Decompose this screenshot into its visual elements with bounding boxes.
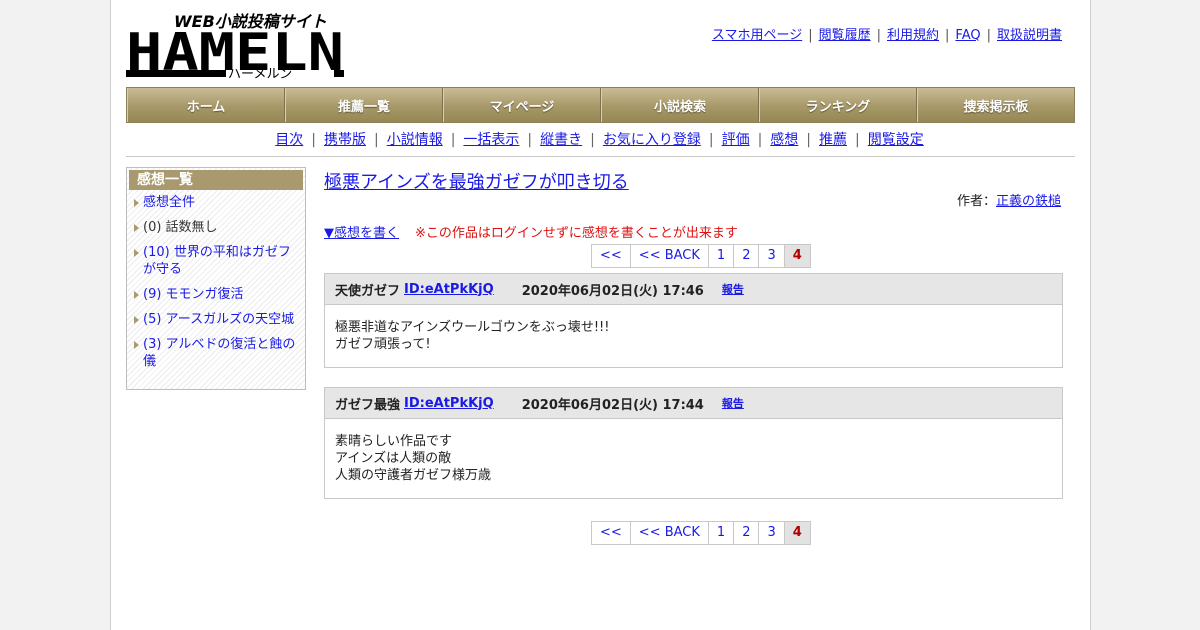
link-smartphone[interactable]: スマホ用ページ — [712, 28, 802, 43]
comment-author: ガゼフ最強 — [335, 397, 401, 413]
comment-header: 天使ガゼフ ID:eAtPkKjQ 2020年06月02日(火) 17:46 報… — [325, 274, 1062, 305]
subnav-novel-info[interactable]: 小説情報 — [387, 132, 443, 148]
comment-user-id[interactable]: ID:eAtPkKjQ — [404, 282, 494, 297]
sidebar-item-label[interactable]: (10) 世界の平和はガゼフが守る — [143, 245, 291, 277]
nav-home[interactable]: ホーム — [127, 88, 285, 122]
author-link[interactable]: 正義の鉄槌 — [996, 194, 1061, 209]
sub-nav: 目次 | 携帯版 | 小説情報 | 一括表示 | 縦書き | お気に入り登録 | 評価 | 感想 | 推薦 | 閲覧… — [275, 132, 924, 148]
pager-back[interactable]: << BACK — [631, 522, 709, 544]
subnav-vertical[interactable]: 縦書き — [540, 132, 582, 148]
subnav-favorite[interactable]: お気に入り登録 — [603, 132, 701, 148]
comment-card: ガゼフ最強 ID:eAtPkKjQ 2020年06月02日(火) 17:44 報… — [324, 387, 1063, 499]
link-faq[interactable]: FAQ — [955, 28, 980, 43]
comment-line: 人類の守護者ガゼフ様万歳 — [335, 468, 492, 483]
pager-bottom: << << BACK 1 2 3 4 — [591, 521, 811, 545]
pager-first[interactable]: << — [592, 245, 631, 267]
comment-header: ガゼフ最強 ID:eAtPkKjQ 2020年06月02日(火) 17:44 報… — [325, 388, 1062, 419]
sidebar-item-label[interactable]: (3) アルベドの復活と蝕の儀 — [143, 337, 295, 369]
triangle-bullet-icon — [134, 199, 139, 207]
comment-user-id[interactable]: ID:eAtPkKjQ — [404, 396, 494, 411]
login-note: ※この作品はログインせずに感想を書くことが出来ます — [415, 226, 738, 241]
pager-top: << << BACK 1 2 3 4 — [591, 244, 811, 268]
sidebar-item-label: (0) 話数無し — [143, 220, 218, 235]
link-terms[interactable]: 利用規約 — [887, 28, 939, 43]
subnav-toc[interactable]: 目次 — [275, 132, 303, 148]
subnav-view-settings[interactable]: 閲覧設定 — [868, 132, 924, 148]
subnav-mobile[interactable]: 携帯版 — [324, 132, 366, 148]
comment-line: 素晴らしい作品です — [335, 434, 453, 449]
comment-body: 素晴らしい作品です アインズは人類の敵 人類の守護者ガゼフ様万歳 — [325, 419, 1062, 498]
sidebar-item-chapter-1[interactable]: (10) 世界の平和はガゼフが守る — [133, 244, 301, 278]
comment-line: ガゼフ頑張って! — [335, 337, 431, 352]
sidebar-item-no-chapter: (0) 話数無し — [133, 219, 301, 236]
pager-page-2[interactable]: 2 — [734, 245, 760, 267]
nav-mypage[interactable]: マイページ — [443, 88, 601, 122]
link-history[interactable]: 閲覧履歴 — [819, 28, 871, 43]
logo-kana: ハーメルン — [228, 67, 292, 80]
link-manual[interactable]: 取扱説明書 — [997, 28, 1062, 43]
triangle-bullet-icon — [134, 224, 139, 232]
triangle-bullet-icon — [134, 341, 139, 349]
sidebar-title: 感想一覧 — [129, 170, 303, 190]
comment-date: 2020年06月02日(火) 17:46 — [521, 283, 704, 299]
comment-line: アインズは人類の敵 — [335, 451, 452, 466]
sidebar-item-chapter-2[interactable]: (9) モモンガ復活 — [133, 286, 301, 303]
top-links: スマホ用ページ | 閲覧履歴 | 利用規約 | FAQ | 取扱説明書 — [711, 28, 1062, 43]
author-label: 作者： — [956, 194, 996, 209]
subnav-rating[interactable]: 評価 — [722, 132, 750, 148]
divider — [126, 156, 1075, 157]
triangle-bullet-icon — [134, 249, 139, 257]
subnav-show-all[interactable]: 一括表示 — [463, 132, 519, 148]
comment-author: 天使ガゼフ — [335, 283, 401, 299]
comment-line: 極悪非道なアインズウールゴウンをぶっ壊せ!!! — [335, 320, 610, 335]
nav-ranking[interactable]: ランキング — [759, 88, 917, 122]
comment-body: 極悪非道なアインズウールゴウンをぶっ壊せ!!! ガゼフ頑張って! — [325, 305, 1062, 367]
pager-back[interactable]: << BACK — [631, 245, 709, 267]
triangle-bullet-icon — [134, 291, 139, 299]
pager-page-2[interactable]: 2 — [734, 522, 760, 544]
main-nav: ホーム 推薦一覧 マイページ 小説検索 ランキング 捜索掲示板 — [126, 87, 1075, 123]
comment-date: 2020年06月02日(火) 17:44 — [521, 397, 704, 413]
pager-page-current: 4 — [784, 522, 810, 544]
pager-first[interactable]: << — [592, 522, 631, 544]
subnav-comments[interactable]: 感想 — [770, 132, 798, 148]
pager-page-current: 4 — [784, 245, 810, 267]
page-container: WEB小説投稿サイト HAMELN ハーメルン スマホ用ページ | 閲覧履歴 | 利用規… — [110, 0, 1091, 630]
sidebar-item-label[interactable]: 感想全件 — [143, 195, 195, 210]
report-link[interactable]: 報告 — [722, 395, 744, 411]
sidebar-item-all[interactable]: 感想全件 — [133, 194, 301, 211]
sidebar-item-label[interactable]: (9) モモンガ復活 — [143, 287, 244, 302]
site-logo[interactable]: WEB小説投稿サイト HAMELN ハーメルン — [126, 8, 346, 83]
pager-page-3[interactable]: 3 — [759, 245, 785, 267]
pager-page-1[interactable]: 1 — [709, 245, 735, 267]
pager-page-1[interactable]: 1 — [709, 522, 735, 544]
pager-page-3[interactable]: 3 — [759, 522, 785, 544]
nav-novel-search[interactable]: 小説検索 — [601, 88, 759, 122]
sidebar-item-chapter-3[interactable]: (5) アースガルズの天空城 — [133, 311, 301, 328]
write-comment-link[interactable]: ▼感想を書く — [324, 226, 399, 241]
work-title[interactable]: 極悪アインズを最強ガゼフが叩き切る — [324, 168, 629, 194]
author-line: 作者：正義の鉄槌 — [957, 190, 1061, 209]
nav-recommend-list[interactable]: 推薦一覧 — [285, 88, 443, 122]
write-comment-row: ▼感想を書く ※この作品はログインせずに感想を書くことが出来ます — [324, 222, 738, 241]
triangle-bullet-icon — [134, 316, 139, 324]
sidebar-item-chapter-4[interactable]: (3) アルベドの復活と蝕の儀 — [133, 336, 301, 370]
comments-sidebar: 感想一覧 感想全件 (0) 話数無し (10) 世界の平和はガゼフが守る (9)… — [126, 167, 306, 390]
comment-card: 天使ガゼフ ID:eAtPkKjQ 2020年06月02日(火) 17:46 報… — [324, 273, 1063, 368]
nav-search-board[interactable]: 捜索掲示板 — [917, 88, 1074, 122]
sidebar-item-label[interactable]: (5) アースガルズの天空城 — [143, 312, 294, 327]
report-link[interactable]: 報告 — [722, 281, 744, 297]
subnav-recommend[interactable]: 推薦 — [819, 132, 847, 148]
